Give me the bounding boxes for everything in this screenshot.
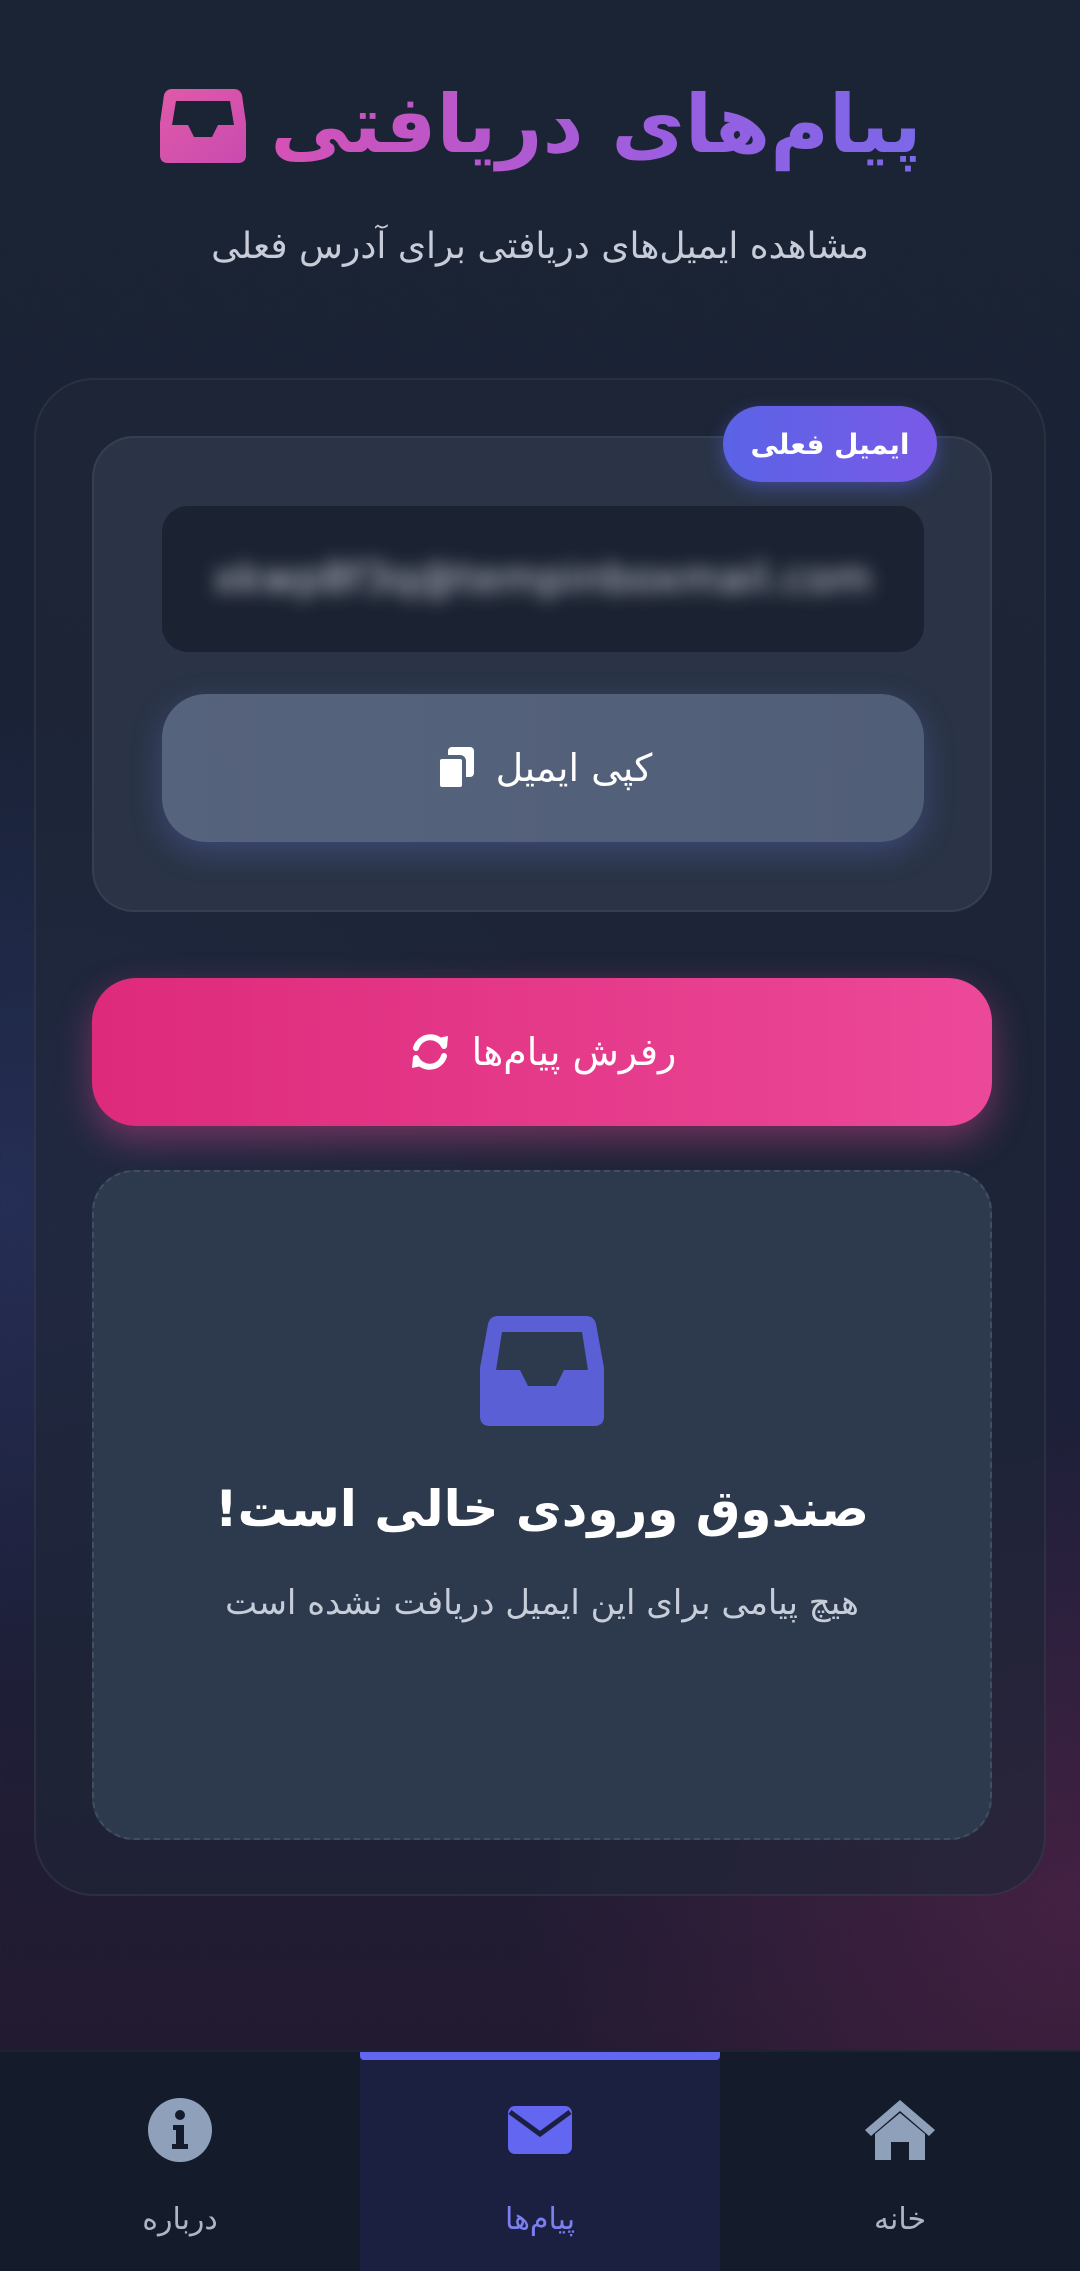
main-card: ایمیل فعلی xkwp8f3q@tempinboxmail.com کپ… (34, 378, 1046, 1896)
empty-inbox-description: هیچ پیامی برای این ایمیل دریافت نشده است (225, 1583, 859, 1623)
nav-label-messages: پیام‌ها (504, 2202, 576, 2237)
inbox-icon (476, 1312, 608, 1430)
home-icon (863, 2094, 937, 2166)
nav-label-about: درباره (142, 2202, 218, 2237)
inbox-icon (158, 85, 248, 165)
page-header: پیام‌های دریافتی مشاهده ایمیل‌های دریافت… (0, 60, 1080, 267)
title-row: پیام‌های دریافتی (158, 60, 922, 190)
nav-item-messages[interactable]: پیام‌ها (360, 2052, 720, 2271)
refresh-icon (408, 1030, 452, 1074)
copy-email-button[interactable]: کپی ایمیل (162, 694, 924, 842)
nav-item-about[interactable]: درباره (0, 2052, 360, 2271)
page-title: پیام‌های دریافتی (270, 78, 922, 171)
active-tab-indicator (360, 2052, 720, 2060)
empty-inbox-title: صندوق ورودی خالی است! (214, 1480, 870, 1538)
copy-email-label: کپی ایمیل (495, 746, 653, 790)
envelope-icon (506, 2094, 574, 2166)
email-address-value: xkwp8f3q@tempinboxmail.com (213, 556, 873, 602)
page-subtitle: مشاهده ایمیل‌های دریافتی برای آدرس فعلی (211, 226, 869, 267)
refresh-messages-button[interactable]: رفرش پیام‌ها (92, 978, 992, 1126)
current-email-card: ایمیل فعلی xkwp8f3q@tempinboxmail.com کپ… (92, 406, 992, 912)
refresh-messages-label: رفرش پیام‌ها (471, 1030, 677, 1074)
current-email-badge: ایمیل فعلی (723, 406, 937, 482)
info-icon (146, 2094, 214, 2166)
bottom-navigation: خانه پیام‌ها درباره (0, 2050, 1080, 2271)
nav-item-home[interactable]: خانه (720, 2052, 1080, 2271)
empty-inbox-panel: صندوق ورودی خالی است! هیچ پیامی برای این… (92, 1170, 992, 1840)
nav-label-home: خانه (873, 2202, 927, 2237)
copy-icon (434, 745, 478, 791)
email-address-field[interactable]: xkwp8f3q@tempinboxmail.com (162, 506, 924, 652)
